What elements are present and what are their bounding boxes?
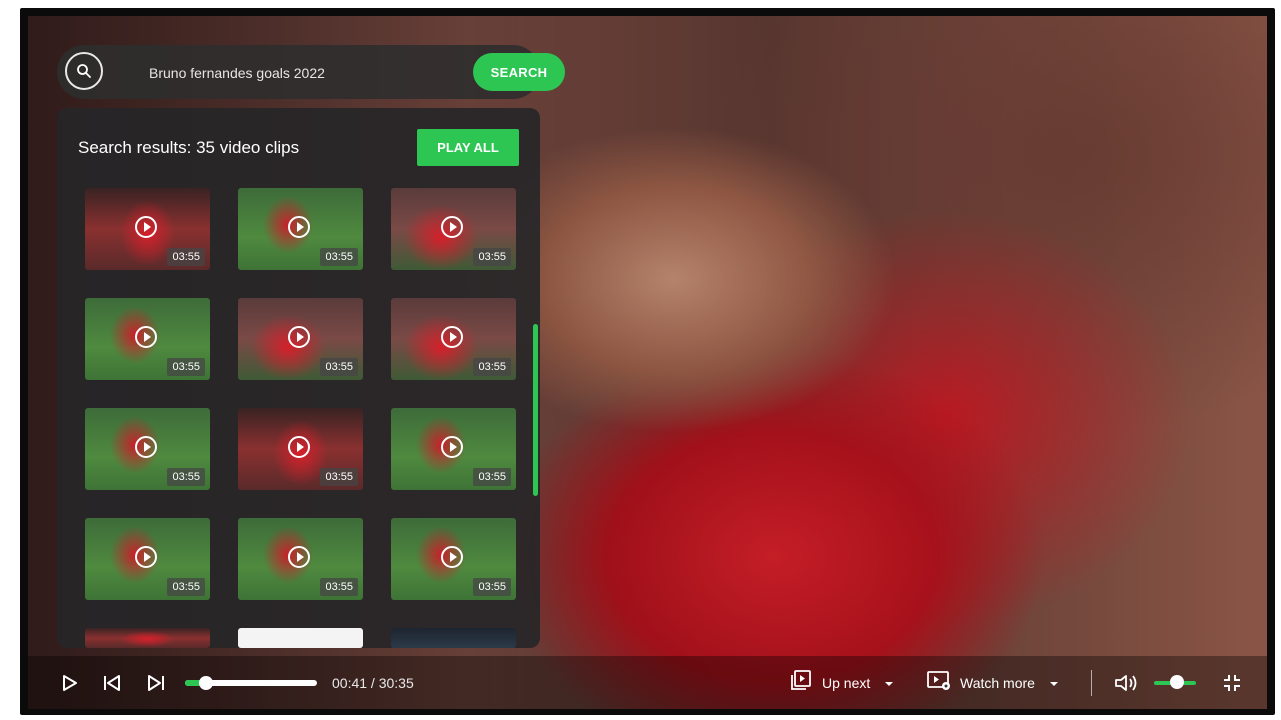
time-display: 00:41 / 30:35 — [332, 675, 414, 691]
search-input[interactable] — [149, 61, 449, 85]
clip-duration: 03:55 — [167, 248, 205, 266]
video-thumbnail[interactable] — [391, 628, 516, 648]
play-icon — [288, 546, 310, 568]
watch-more-icon — [926, 669, 952, 696]
exit-fullscreen-icon[interactable] — [1222, 656, 1242, 709]
playlist-icon — [790, 669, 812, 696]
video-thumbnail[interactable]: 03:55 — [391, 188, 516, 270]
clip-duration: 03:55 — [167, 358, 205, 376]
clip-duration: 03:55 — [473, 248, 511, 266]
play-icon — [441, 436, 463, 458]
results-scrollbar[interactable] — [533, 324, 538, 496]
play-all-button[interactable]: PLAY ALL — [417, 129, 519, 166]
clip-duration: 03:55 — [473, 578, 511, 596]
skip-previous-icon[interactable] — [102, 656, 122, 709]
video-thumbnail[interactable]: 03:55 — [85, 188, 210, 270]
video-thumbnail[interactable]: 03:55 — [238, 298, 363, 380]
clip-duration: 03:55 — [320, 358, 358, 376]
video-thumbnail[interactable]: 03:55 — [238, 408, 363, 490]
chevron-down-icon — [884, 674, 894, 692]
search-icon[interactable] — [65, 52, 103, 90]
play-icon — [288, 326, 310, 348]
results-title: Search results: 35 video clips — [78, 138, 300, 157]
video-thumbnail[interactable]: 03:55 — [391, 298, 516, 380]
search-bar: SEARCH — [57, 45, 565, 99]
play-icon — [288, 436, 310, 458]
play-icon — [135, 326, 157, 348]
play-icon — [441, 546, 463, 568]
play-icon — [441, 326, 463, 348]
watch-more-menu[interactable]: Watch more — [926, 656, 1059, 709]
progress-knob[interactable] — [199, 676, 213, 690]
video-thumbnail[interactable] — [238, 628, 363, 648]
volume-knob[interactable] — [1170, 675, 1184, 689]
clip-duration: 03:55 — [473, 358, 511, 376]
play-icon — [135, 546, 157, 568]
progress-bar[interactable] — [185, 676, 317, 690]
volume-icon[interactable] — [1114, 656, 1140, 709]
controls-divider — [1091, 670, 1092, 696]
video-thumbnail[interactable]: 03:55 — [85, 518, 210, 600]
video-thumbnail[interactable]: 03:55 — [85, 408, 210, 490]
video-thumbnail[interactable]: 03:55 — [391, 518, 516, 600]
play-icon[interactable] — [62, 656, 78, 709]
video-thumbnail[interactable] — [85, 628, 210, 648]
video-thumbnail[interactable]: 03:55 — [391, 408, 516, 490]
play-icon — [441, 216, 463, 238]
watch-more-label: Watch more — [960, 674, 1035, 691]
search-button[interactable]: SEARCH — [473, 53, 565, 91]
clip-duration: 03:55 — [320, 468, 358, 486]
play-icon — [135, 436, 157, 458]
play-icon — [288, 216, 310, 238]
video-thumbnail[interactable]: 03:55 — [238, 188, 363, 270]
search-results-panel: Search results: 35 video clips PLAY ALL … — [57, 108, 540, 648]
clip-duration: 03:55 — [320, 248, 358, 266]
video-thumbnail[interactable]: 03:55 — [238, 518, 363, 600]
up-next-menu[interactable]: Up next — [790, 656, 894, 709]
up-next-label: Up next — [822, 674, 871, 691]
play-icon — [135, 216, 157, 238]
clip-duration: 03:55 — [167, 578, 205, 596]
chevron-down-icon — [1049, 674, 1059, 692]
clip-duration: 03:55 — [320, 578, 358, 596]
player-frame: SEARCH Search results: 35 video clips PL… — [20, 8, 1275, 715]
clip-duration: 03:55 — [167, 468, 205, 486]
player-controls: 00:41 / 30:35 Up next Watch more — [28, 656, 1267, 709]
skip-next-icon[interactable] — [146, 656, 166, 709]
video-thumbnail[interactable]: 03:55 — [85, 298, 210, 380]
clip-duration: 03:55 — [473, 468, 511, 486]
